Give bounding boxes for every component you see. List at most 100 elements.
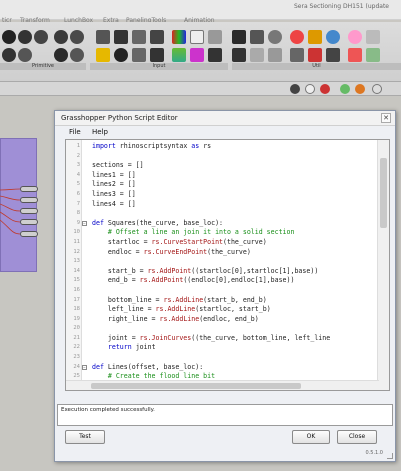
code-line: 5 lines2 = [] [66,180,378,190]
param-icon[interactable] [18,48,32,62]
code-line: 2 [66,152,378,162]
grid-icon[interactable] [208,48,222,62]
code-line: 12 endloc = rs.CurveEndPoint(the_curve) [66,248,378,258]
gradient-icon[interactable] [132,48,146,62]
output-panel: Execution completed successfully. [57,404,393,426]
code-text: left_line = rs.AddLine(startloc, start_b… [92,305,271,314]
code-editor[interactable]: 1 import rhinoscriptsyntax as rs 2 3 section… [65,139,390,391]
param-icon[interactable] [2,48,16,62]
selected-icon[interactable] [340,84,350,94]
color-icon[interactable] [96,48,110,62]
test-button[interactable]: Test [65,430,105,444]
component-output[interactable] [20,186,38,192]
code-text: start_b = rs.AddPoint((startloc[0],start… [92,266,319,275]
title-bar[interactable]: Grasshopper Python Script Editor ✕ [55,111,395,126]
ribbon-bar: ticr Transform LunchBox Extra PanelingTo… [0,0,401,24]
preview-icon[interactable] [290,84,300,94]
code-line: 23 [66,353,378,363]
code-text: lines2 = [] [92,180,136,189]
ok-button[interactable]: OK [292,430,330,444]
fold-toggle-icon[interactable]: − [82,364,87,370]
graph-icon[interactable] [150,48,164,62]
code-text: right_line = rs.AddLine(endloc, end_b) [92,314,259,323]
code-line: 19 right_line = rs.AddLine(endloc, end_b… [66,315,378,325]
c-sharp-icon[interactable] [268,48,282,62]
close-icon[interactable]: ✕ [381,113,391,123]
globe-icon[interactable] [326,30,340,44]
line-number: 24 [73,363,80,370]
line-number: 16 [73,286,80,293]
data-icon[interactable] [326,48,340,62]
bake-icon[interactable] [348,30,362,44]
galapagos-icon[interactable] [308,30,322,44]
terrain-icon[interactable] [172,48,186,62]
line-number: 2 [76,152,80,159]
code-text: sections = [] [92,161,144,170]
wireframe-icon[interactable] [305,84,315,94]
param-icon[interactable] [34,30,48,44]
component-output[interactable] [20,219,38,225]
resize-grip[interactable] [387,453,393,459]
component-output[interactable] [20,208,38,214]
bitmap-icon[interactable] [190,48,204,62]
line-number: 23 [73,354,80,361]
scroll-thumb[interactable] [91,383,301,389]
vertical-scrollbar[interactable] [377,140,389,390]
code-text: startloc = rs.CurveStartPoint(the_curve) [92,237,267,246]
group-label-input: Input [90,63,228,70]
scroll-thumb[interactable] [380,158,387,228]
line-number: 3 [76,162,80,169]
param-icon[interactable] [54,48,68,62]
component-output[interactable] [20,197,38,203]
code-text: return joint [107,343,156,352]
fold-toggle-icon[interactable]: − [82,220,87,226]
fire-icon[interactable] [308,48,322,62]
code-line: 4 lines1 = [] [66,171,378,181]
tree-icon[interactable] [366,48,380,62]
menu-file[interactable]: File [69,128,81,136]
render-icon[interactable] [355,84,365,94]
line-number: 22 [73,344,80,351]
image-icon[interactable] [190,30,204,44]
toggle-icon[interactable] [114,30,128,44]
timer-icon[interactable] [268,30,282,44]
code-line: 11 startloc = rs.CurveStartPoint(the_cur… [66,238,378,248]
warning-icon[interactable] [348,48,362,62]
vb-icon[interactable] [250,48,264,62]
zoom-icon[interactable] [372,84,382,94]
code-text: def Squares(the_curve, base_loc): [92,218,224,227]
line-number: 11 [73,238,80,245]
camera-icon[interactable] [208,30,222,44]
param-icon[interactable] [54,30,68,44]
document-title: Sera Sectioning DH151 (update [293,3,389,10]
code-text: bottom_line = rs.AddLine(start_b, end_b) [92,295,267,304]
line-number: 6 [76,190,80,197]
share-icon[interactable] [366,30,380,44]
group-label-util: Util [232,63,401,70]
code-line: 20 [66,324,378,334]
trigger-icon[interactable] [290,30,304,44]
panel-icon[interactable] [132,30,146,44]
code-text: endloc = rs.CurveEndPoint(the_curve) [92,247,251,256]
line-number: 7 [76,200,80,207]
dial-icon[interactable] [114,48,128,62]
horizontal-scrollbar[interactable] [66,380,379,390]
cluster-icon[interactable] [250,30,264,44]
path-icon[interactable] [290,48,304,62]
list-icon[interactable] [150,30,164,44]
param-icon[interactable] [18,30,32,44]
code-line: 8 [66,209,378,219]
param-icon[interactable] [2,30,16,44]
component-toolbar [0,22,401,82]
param-icon[interactable] [70,30,84,44]
component-output[interactable] [20,231,38,237]
menu-help[interactable]: Help [92,128,108,136]
param-icon[interactable] [70,48,84,62]
close-button[interactable]: Close [337,430,377,444]
swatch-icon[interactable] [172,30,186,44]
script-icon[interactable] [232,30,246,44]
slider-icon[interactable] [96,30,110,44]
python-script-editor: Grasshopper Python Script Editor ✕ File … [54,110,396,462]
shaded-icon[interactable] [320,84,330,94]
python-icon[interactable] [232,48,246,62]
